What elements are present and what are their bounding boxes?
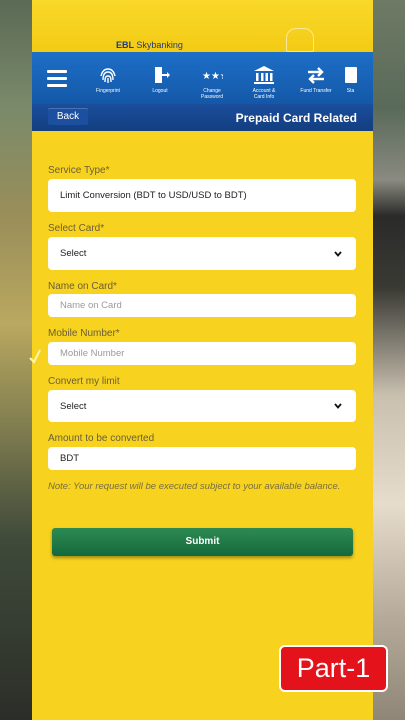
brand-logo: EBL Skybanking (116, 40, 183, 50)
fingerprint-icon (100, 68, 116, 83)
note-text: Note: Your request will be executed subj… (48, 481, 341, 492)
bank-icon (254, 66, 274, 84)
convert-limit-label: Convert my limit (48, 376, 120, 387)
page-title: Prepaid Card Related (235, 111, 357, 125)
nav-fingerprint[interactable]: Fingerprint (82, 52, 134, 104)
nav-fund-transfer[interactable]: Fund Transfer (290, 52, 342, 104)
convert-limit-value: Select (60, 400, 87, 412)
nav-account-card-info[interactable]: Account & Card Info (238, 52, 290, 104)
nav-statement[interactable]: Sta (342, 52, 359, 104)
nav-change-password[interactable]: ★★★ Change Password (186, 52, 238, 104)
select-card-dropdown[interactable]: Select (48, 237, 356, 270)
nav-label: Fingerprint (96, 88, 120, 94)
name-on-card-placeholder: Name on Card (60, 300, 122, 311)
chevron-down-icon (334, 250, 342, 257)
chevron-down-icon (334, 403, 342, 409)
select-card-label: Select Card* (48, 223, 105, 234)
nav-logout[interactable]: Logout (134, 52, 186, 104)
convert-limit-dropdown[interactable]: Select (48, 390, 356, 422)
nav-label: Change Password (201, 88, 223, 100)
app-screen: EBL Skybanking Fingerprint Logout ★★★ Ch… (32, 0, 373, 720)
service-type-value: Limit Conversion (BDT to USD/USD to BDT) (60, 190, 247, 201)
svg-text:★★★: ★★★ (202, 71, 223, 82)
nav-label: Account & Card Info (252, 88, 276, 100)
name-on-card-input[interactable]: Name on Card (48, 294, 356, 317)
menu-icon[interactable] (32, 52, 82, 104)
nav-label: Fund Transfer (300, 88, 332, 94)
transfer-icon (308, 67, 324, 84)
submit-button[interactable]: Submit (52, 528, 353, 556)
logout-icon (155, 67, 170, 83)
password-icon: ★★★ (202, 71, 223, 82)
checkmark-icon (29, 349, 41, 364)
mobile-number-placeholder: Mobile Number (60, 348, 125, 359)
nav-label: Sta (346, 88, 355, 94)
select-card-value: Select (60, 248, 87, 259)
amount-label: Amount to be converted (48, 433, 155, 444)
top-nav: Fingerprint Logout ★★★ Change Password A… (32, 52, 373, 104)
amount-value: BDT (60, 453, 79, 464)
service-type-label: Service Type* (48, 165, 110, 176)
statement-icon (344, 67, 357, 83)
background-right (373, 0, 405, 720)
amount-input[interactable]: BDT (48, 447, 356, 470)
mobile-number-input[interactable]: Mobile Number (48, 342, 356, 365)
mobile-number-label: Mobile Number* (48, 328, 120, 339)
part-badge: Part-1 (279, 645, 388, 692)
service-type-field[interactable]: Limit Conversion (BDT to USD/USD to BDT) (48, 179, 356, 212)
nav-label: Logout (152, 88, 168, 94)
decorative-graphic (286, 28, 314, 52)
back-button[interactable]: Back (48, 108, 88, 125)
name-on-card-label: Name on Card* (48, 281, 117, 292)
brand-bar: EBL Skybanking (32, 0, 373, 52)
